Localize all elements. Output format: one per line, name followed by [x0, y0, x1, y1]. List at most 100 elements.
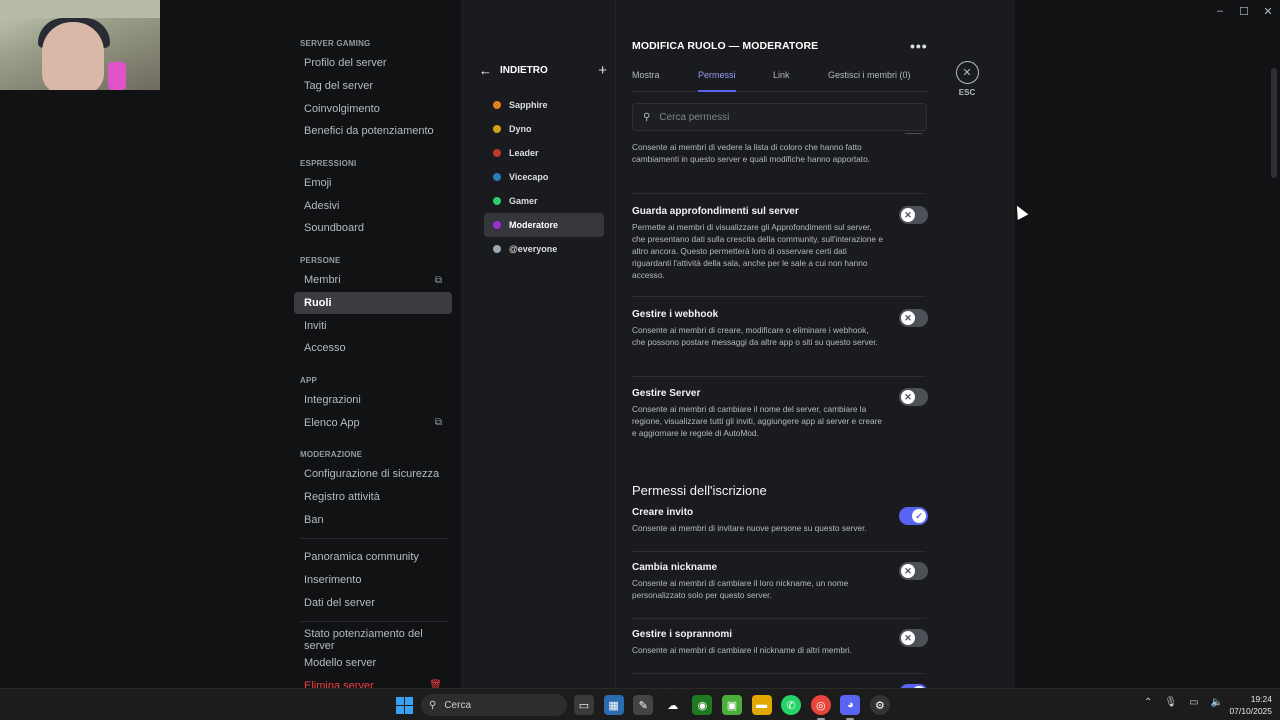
windows-taskbar: ⚲ Cerca ▭ ▦ ✎ ☁ ◉ ▣ ▬ ✆ ◎ ◕ ⚙ ⌃ 🎙 ▭ 🔈 19…	[0, 688, 1280, 720]
permission-description: Consente ai membri di cambiare il nome d…	[632, 404, 882, 438]
section-title: SERVER GAMING	[300, 39, 371, 48]
widgets-icon[interactable]: ▦	[603, 695, 624, 715]
roles-column: ← INDIETRO + Sapphire Dyno Leader Vicecapo G…	[461, 0, 615, 688]
search-icon: ⚲	[643, 111, 651, 123]
permission-description: Permette ai membri di visualizzare gli A…	[632, 222, 883, 280]
role-item[interactable]: Dyno	[484, 117, 604, 141]
x-icon: ✕	[901, 208, 915, 222]
permission-toggle[interactable]: ✓	[899, 507, 928, 525]
add-role-button[interactable]: +	[598, 62, 607, 79]
tab-links[interactable]: Link	[773, 70, 790, 92]
role-color-dot	[493, 101, 501, 109]
sidebar-item-community-overview[interactable]: Panoramica community	[294, 546, 452, 569]
taskbar-search[interactable]: ⚲ Cerca	[421, 694, 567, 716]
x-icon: ✕	[901, 631, 915, 645]
more-options-icon[interactable]: •••	[910, 38, 928, 54]
sidebar-item-bans[interactable]: Ban	[294, 508, 452, 531]
discord-icon[interactable]: ◕	[840, 695, 861, 720]
sidebar-item-access[interactable]: Accesso	[294, 337, 452, 360]
permission-toggle[interactable]: ✕	[899, 562, 928, 580]
role-name: @everyone	[509, 244, 558, 254]
x-icon: ✕	[901, 311, 915, 325]
permission-row: Cambia nickname Consente ai membri di ca…	[632, 562, 928, 601]
maximize-button[interactable]: ☐	[1232, 0, 1256, 22]
role-name: Leader	[509, 148, 539, 158]
sidebar-item-soundboard[interactable]: Soundboard	[294, 217, 452, 240]
sidebar-item-boost-status[interactable]: Stato potenziamento del server	[294, 628, 452, 652]
sidebar-item-safety-setup[interactable]: Configurazione di sicurezza	[294, 463, 452, 486]
clock[interactable]: 19:24 07/10/2025	[1222, 693, 1272, 717]
xbox-icon[interactable]: ▣	[721, 695, 742, 715]
discord-window: – ☐ ✕ SERVER GAMING Profilo del server T…	[0, 0, 1280, 692]
sidebar-item-server-profile[interactable]: Profilo del server	[294, 52, 452, 75]
tab-manage-members[interactable]: Gestisci i membri (0)	[828, 70, 911, 92]
sidebar-item-roles[interactable]: Ruoli	[294, 291, 452, 315]
permission-toggle[interactable]: ✕	[899, 629, 928, 647]
tab-display[interactable]: Mostra	[632, 70, 660, 92]
role-name: Moderatore	[509, 220, 559, 230]
divider	[300, 621, 448, 623]
permission-row: Creare invito Consente ai membri di invi…	[632, 507, 928, 534]
sidebar-item-stickers[interactable]: Adesivi	[294, 194, 452, 217]
sidebar-item-server-insights[interactable]: Dati del server	[294, 591, 452, 614]
sidebar-item-emoji[interactable]: Emoji	[294, 172, 452, 195]
sidebar-item-boost-perks[interactable]: Benefici da potenziamento	[294, 120, 452, 143]
task-view-icon[interactable]: ▭	[574, 695, 594, 715]
permission-title: Creare invito	[632, 507, 694, 518]
permission-toggle[interactable]: ✕	[899, 133, 928, 134]
steam-icon[interactable]: ⚙	[869, 695, 890, 715]
minimize-button[interactable]: –	[1208, 0, 1232, 22]
permission-toggle[interactable]: ✕	[899, 206, 928, 224]
taskbar-apps: ▭ ▦ ✎ ☁ ◉ ▣ ▬ ✆ ◎ ◕ ⚙	[574, 695, 890, 720]
esc-label: ESC	[958, 88, 976, 97]
role-item[interactable]: @everyone	[484, 237, 604, 261]
sidebar-item-invites[interactable]: Inviti	[294, 314, 452, 337]
sidebar-item-engagement[interactable]: Coinvolgimento	[294, 97, 452, 120]
permission-toggle[interactable]: ✕	[899, 309, 928, 327]
chrome-icon[interactable]: ◎	[810, 695, 831, 720]
role-item[interactable]: Moderatore	[484, 213, 604, 237]
chevron-up-icon[interactable]: ⌃	[1144, 697, 1152, 708]
permission-toggle[interactable]: ✕	[899, 388, 928, 406]
windows-start-icon[interactable]	[396, 697, 413, 714]
search-box: ⚲	[632, 103, 927, 131]
onedrive-icon[interactable]: ☁	[662, 695, 683, 715]
tab-permissions[interactable]: Permessi	[698, 70, 736, 92]
role-color-dot	[493, 125, 501, 133]
sidebar-item-server-template[interactable]: Modello server	[294, 652, 452, 675]
role-item[interactable]: Sapphire	[484, 93, 604, 117]
role-item[interactable]: Gamer	[484, 189, 604, 213]
role-item[interactable]: Vicecapo	[484, 165, 604, 189]
x-icon: ✕	[901, 564, 915, 578]
back-button[interactable]: ← INDIETRO	[479, 63, 548, 78]
permission-description: Consente ai membri di cambiare il loro n…	[632, 578, 849, 600]
check-icon: ✓	[912, 509, 926, 523]
webcam-overlay	[0, 0, 160, 90]
scrollbar[interactable]	[1271, 68, 1277, 178]
microphone-icon[interactable]: 🎙	[1164, 697, 1177, 708]
whatsapp-icon[interactable]: ✆	[781, 695, 802, 715]
sidebar-item-integrations[interactable]: Integrazioni	[294, 389, 452, 412]
sidebar-item-server-tag[interactable]: Tag del server	[294, 75, 452, 98]
section-title: ESPRESSIONI	[300, 158, 357, 168]
permission-row: Gestire Server Consente ai membri di cam…	[632, 388, 928, 439]
close-icon[interactable]: ✕	[955, 61, 979, 84]
permission-title: Cambia nickname	[632, 562, 718, 573]
permission-title: Gestire i webhook	[632, 309, 719, 320]
pen-app-icon[interactable]: ✎	[633, 695, 654, 715]
permission-row: Gestire i webhook Consente ai membri di …	[632, 309, 928, 348]
arrow-left-icon: ←	[479, 63, 492, 78]
sidebar-item-onboarding[interactable]: Inserimento	[294, 569, 452, 592]
esc-close[interactable]: ✕ ESC	[955, 61, 979, 97]
close-window-button[interactable]: ✕	[1256, 0, 1280, 22]
nvidia-icon[interactable]: ◉	[692, 695, 713, 715]
sidebar-item-app-directory[interactable]: Elenco App ⧉	[294, 411, 452, 434]
section-heading: Permessi dell'iscrizione	[632, 483, 767, 498]
permission-description: Consente ai membri di vedere la lista di…	[632, 142, 870, 164]
sidebar-item-members[interactable]: Membri ⧉	[294, 269, 452, 292]
sidebar-item-audit-log[interactable]: Registro attività	[294, 486, 452, 509]
search-input[interactable]	[659, 111, 900, 123]
file-explorer-icon[interactable]: ▬	[751, 695, 772, 715]
network-icon[interactable]: ▭	[1189, 697, 1198, 708]
role-item[interactable]: Leader	[484, 141, 604, 165]
